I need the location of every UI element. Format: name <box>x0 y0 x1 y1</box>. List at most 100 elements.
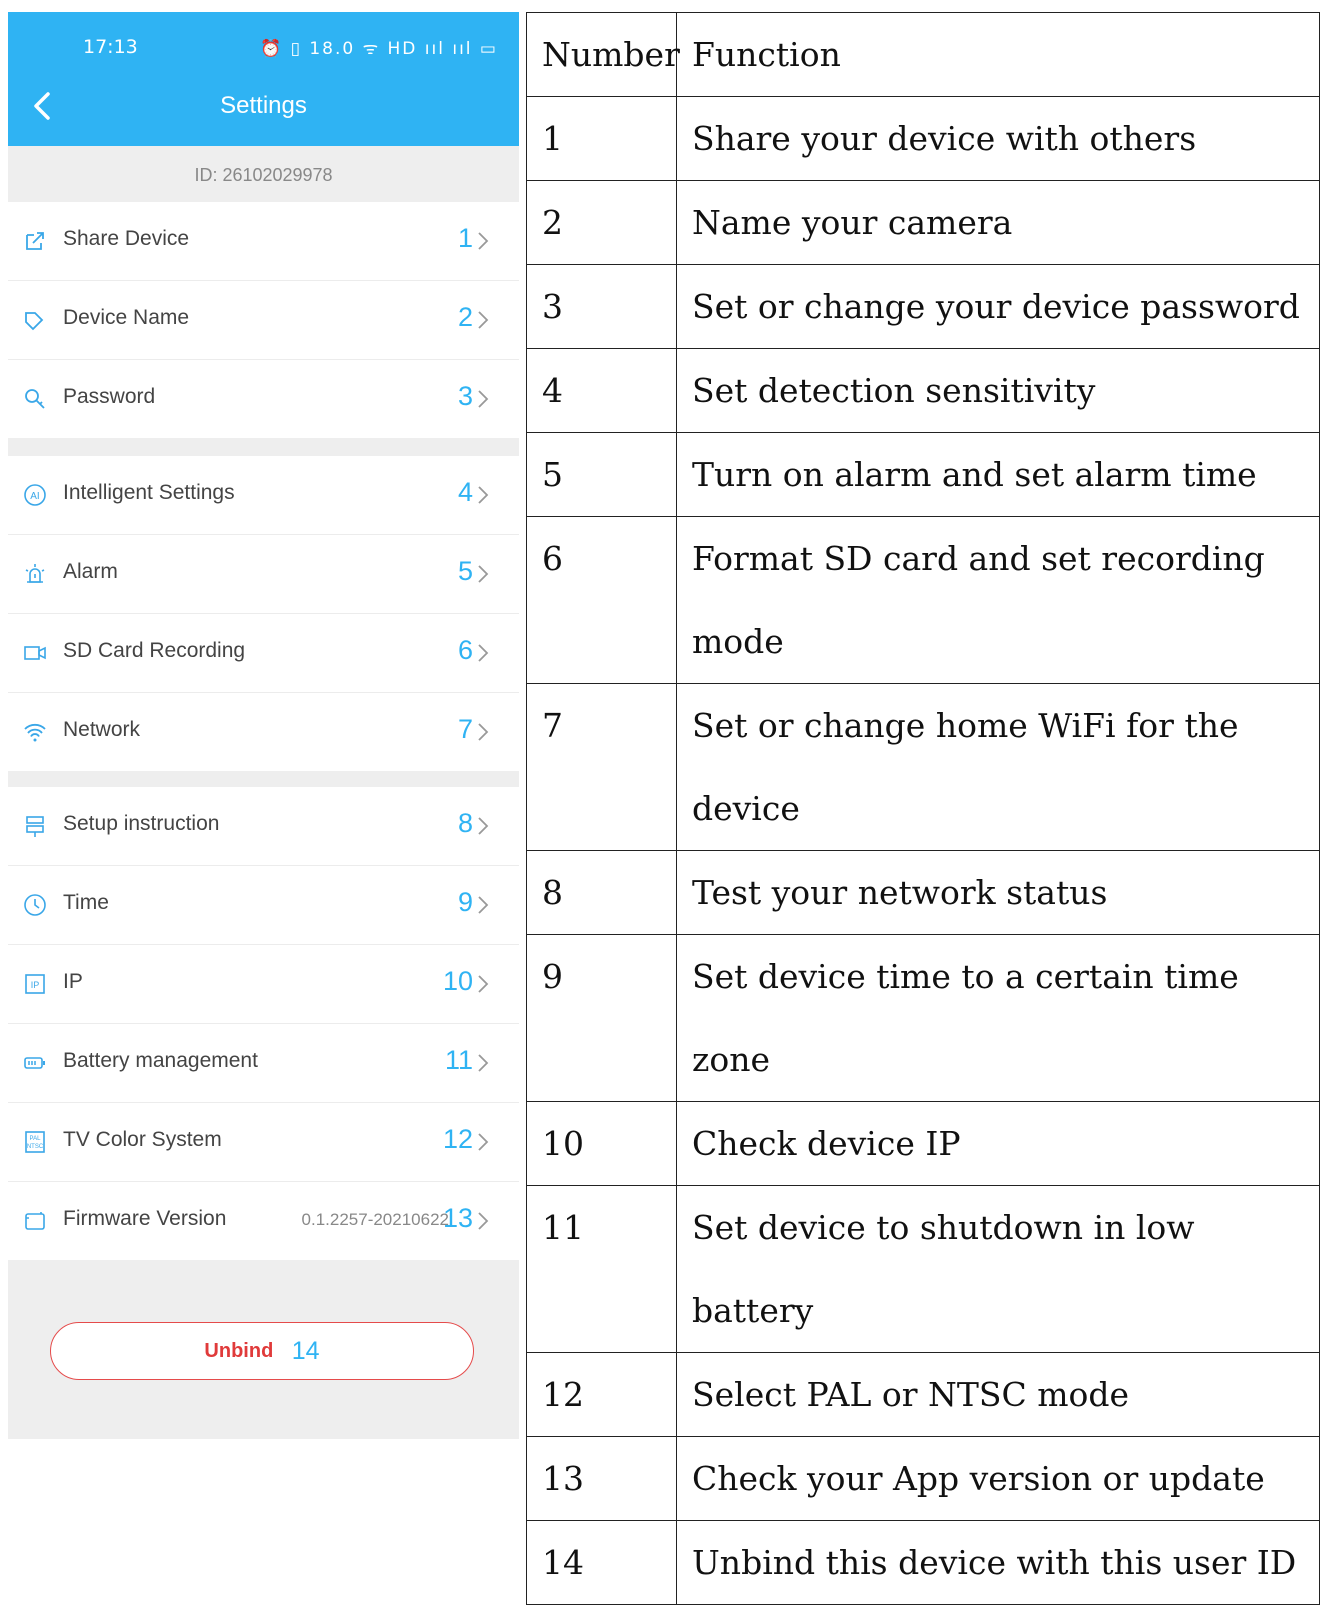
settings-group-account: Share Device 1 Device Name 2 Password 3 <box>8 202 519 438</box>
settings-row-sd-card-recording[interactable]: SD Card Recording 6 <box>8 614 519 693</box>
alarm-icon <box>23 562 47 586</box>
status-icons: ⏰ ▯ 18.0 ᯤ HD ııl ııl ▭ <box>260 39 498 59</box>
settings-row-tv-color-system[interactable]: PAL NTSC TV Color System 12 <box>8 1103 519 1182</box>
table-row: 14 Unbind this device with this user ID <box>526 1520 1320 1605</box>
row-function: Set detection sensitivity <box>676 348 1320 433</box>
settings-row-label: IP <box>63 970 83 993</box>
settings-row-alarm[interactable]: Alarm 5 <box>8 535 519 614</box>
signpost-icon <box>23 814 47 838</box>
callout-number: 8 <box>457 808 473 838</box>
callout-number: 5 <box>457 556 473 586</box>
settings-row-setup-instruction[interactable]: Setup instruction 8 <box>8 787 519 866</box>
status-time: 17:13 <box>83 36 138 58</box>
firmware-icon <box>23 1209 47 1233</box>
settings-row-label: Password <box>63 385 156 408</box>
settings-group-system: Setup instruction 8 Time 9 IP IP 10 Battery man… <box>8 787 519 1260</box>
unbind-number: 14 <box>291 1337 320 1365</box>
settings-row-label: Share Device <box>63 227 190 250</box>
ai-icon: AI <box>23 483 47 507</box>
row-function: Check your App version or update <box>676 1436 1320 1521</box>
row-function: Turn on alarm and set alarm time <box>676 432 1320 517</box>
chevron-right-icon <box>477 389 489 409</box>
callout-number: 4 <box>457 477 473 507</box>
row-function: Format SD card and set recording mode <box>676 516 1320 684</box>
row-function: Unbind this device with this user ID <box>676 1520 1320 1605</box>
row-number: 5 <box>526 432 677 517</box>
svg-text:NTSC: NTSC <box>27 1144 44 1150</box>
chevron-right-icon <box>477 310 489 330</box>
table-row: 11 Set device to shutdown in low battery <box>526 1185 1320 1353</box>
row-number: 6 <box>526 516 677 684</box>
callout-number: 12 <box>442 1124 473 1154</box>
callout-number: 7 <box>457 714 473 744</box>
settings-row-intelligent-settings[interactable]: AI Intelligent Settings 4 <box>8 456 519 535</box>
row-number: 4 <box>526 348 677 433</box>
tv-system-icon: PAL NTSC <box>23 1130 47 1154</box>
svg-text:AI: AI <box>30 491 39 502</box>
settings-group-device: AI Intelligent Settings 4 Alarm 5 SD Card Rec… <box>8 456 519 771</box>
row-function: Select PAL or NTSC mode <box>676 1352 1320 1437</box>
settings-row-label: Time <box>63 891 109 914</box>
callout-number: 6 <box>457 635 473 665</box>
device-id: ID: 26102029978 <box>194 165 333 185</box>
row-function: Test your network status <box>676 850 1320 935</box>
phone-screenshot: 17:13 ⏰ ▯ 18.0 ᯤ HD ııl ııl ▭ Settings I… <box>8 12 519 1439</box>
svg-text:IP: IP <box>31 980 40 990</box>
table-row: 1 Share your device with others <box>526 96 1320 181</box>
battery-icon <box>23 1051 47 1075</box>
svg-text:PAL: PAL <box>30 1136 42 1142</box>
row-number: 14 <box>526 1520 677 1605</box>
row-number: 11 <box>526 1185 677 1353</box>
header-number: Number <box>526 12 680 97</box>
settings-row-share-device[interactable]: Share Device 1 <box>8 202 519 281</box>
settings-row-label: TV Color System <box>63 1128 222 1151</box>
row-function: Set device to shutdown in low battery <box>676 1185 1320 1353</box>
settings-row-battery-management[interactable]: Battery management 11 <box>8 1024 519 1103</box>
settings-row-device-name[interactable]: Device Name 2 <box>8 281 519 360</box>
row-number: 1 <box>526 96 677 181</box>
table-row: 10 Check device IP <box>526 1101 1320 1186</box>
settings-row-network[interactable]: Network 7 <box>8 693 519 771</box>
row-number: 9 <box>526 934 677 1102</box>
settings-row-password[interactable]: Password 3 <box>8 360 519 438</box>
table-row: 6 Format SD card and set recording mode <box>526 516 1320 684</box>
callout-number: 13 <box>442 1203 473 1233</box>
chevron-right-icon <box>477 485 489 505</box>
chevron-right-icon <box>477 974 489 994</box>
row-function: Set device time to a certain time zone <box>676 934 1320 1102</box>
key-icon <box>23 387 47 411</box>
ip-icon: IP <box>23 972 47 996</box>
callout-number: 11 <box>444 1045 473 1075</box>
table-row: 13 Check your App version or update <box>526 1436 1320 1521</box>
row-function: Set or change home WiFi for the device <box>676 683 1320 851</box>
callout-number: 2 <box>457 302 473 332</box>
function-table: Number Function 1 Share your device with … <box>526 12 1320 1605</box>
settings-row-label: Intelligent Settings <box>63 481 235 504</box>
row-function: Name your camera <box>676 180 1320 265</box>
table-row: 9 Set device time to a certain time zone <box>526 934 1320 1102</box>
video-camera-icon <box>23 641 47 665</box>
row-function: Set or change your device password <box>676 264 1320 349</box>
settings-row-label: Setup instruction <box>63 812 220 835</box>
callout-number: 1 <box>457 223 473 253</box>
wifi-icon <box>23 720 47 744</box>
row-number: 10 <box>526 1101 677 1186</box>
unbind-button[interactable]: Unbind 14 <box>50 1322 474 1380</box>
settings-row-firmware-version[interactable]: Firmware Version 0.1.2257-20210622 13 <box>8 1182 519 1260</box>
row-function: Share your device with others <box>676 96 1320 181</box>
page-title: Settings <box>220 92 307 119</box>
table-row: 3 Set or change your device password <box>526 264 1320 349</box>
settings-row-label: Alarm <box>63 560 118 583</box>
app-header: 17:13 ⏰ ▯ 18.0 ᯤ HD ııl ııl ▭ Settings <box>8 12 519 146</box>
table-row: 2 Name your camera <box>526 180 1320 265</box>
callout-number: 9 <box>457 887 473 917</box>
table-row: 4 Set detection sensitivity <box>526 348 1320 433</box>
tag-icon <box>23 308 47 332</box>
chevron-right-icon <box>477 895 489 915</box>
settings-row-ip[interactable]: IP IP 10 <box>8 945 519 1024</box>
settings-row-label: Firmware Version <box>63 1207 227 1230</box>
settings-row-time[interactable]: Time 9 <box>8 866 519 945</box>
chevron-right-icon <box>477 231 489 251</box>
chevron-right-icon <box>477 722 489 742</box>
settings-row-label: SD Card Recording <box>63 639 246 662</box>
